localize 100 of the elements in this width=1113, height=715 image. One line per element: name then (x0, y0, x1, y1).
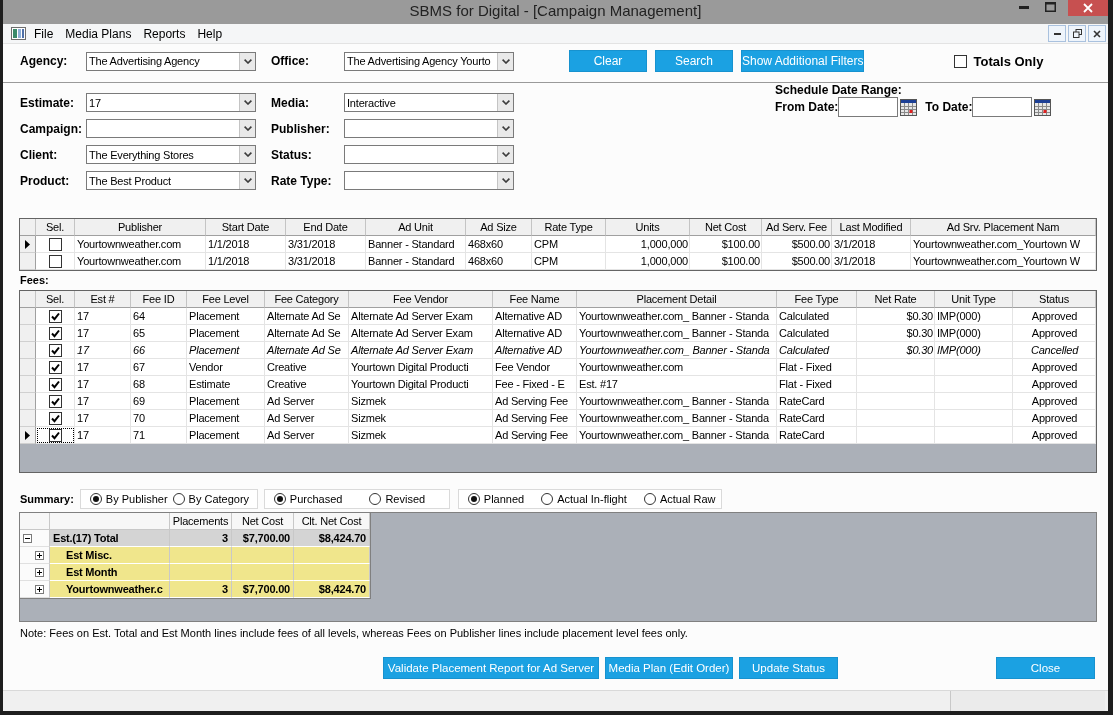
radio-label: By Publisher (105, 493, 168, 505)
checkbox[interactable] (49, 377, 62, 391)
child-restore-button[interactable] (1068, 25, 1086, 42)
dropdown-button[interactable] (497, 146, 513, 163)
column-header[interactable]: Placement Detail (577, 291, 777, 308)
combo-box[interactable]: Interactive (344, 93, 514, 112)
radio-button[interactable] (467, 493, 480, 505)
dropdown-button[interactable] (239, 146, 255, 163)
table-row[interactable]: 17 67 Vendor Creative Yourtown Digital Producti Fee Vendor Yourtownweather.com Flat - Fixed Approved (20, 359, 1096, 376)
column-header[interactable]: Rate Type (532, 219, 606, 236)
column-header[interactable]: Est # (75, 291, 131, 308)
combo-box[interactable]: The Advertising Agency Yourto (344, 51, 514, 71)
table-row[interactable]: 17 70 Placement Ad Server Sizmek Ad Serving Fee Yourtownweather.com_ Banner - Standa RateCard Approved (20, 410, 1096, 427)
combo-box[interactable] (344, 171, 514, 190)
minus-box-icon[interactable] (23, 533, 32, 543)
table-row[interactable]: 17 66 Placement Alternate Ad Se Alternate Ad Server Exam Alternative AD Yourtownweather.com_ Banner - Standa Calculated $0.30 IMP(000) Cancelled (20, 342, 1096, 359)
window-close-button[interactable] (1068, 0, 1108, 16)
column-header[interactable]: Fee ID (131, 291, 187, 308)
combo-box[interactable]: 17 (86, 93, 256, 112)
radio-button[interactable] (643, 493, 656, 505)
column-header[interactable]: Sel. (36, 219, 75, 236)
maximize-icon[interactable] (1045, 2, 1056, 12)
combo-box[interactable] (86, 119, 256, 138)
column-header[interactable]: Net Cost (690, 219, 762, 236)
column-header[interactable]: Net Rate (857, 291, 935, 308)
radio-button[interactable] (369, 493, 382, 505)
combo-box[interactable]: The Best Product (86, 171, 256, 190)
table-row[interactable]: Yourtownweather.com 1/1/2018 3/31/2018 Banner - Standard 468x60 CPM 1,000,000 $100.00 $500.00 3/1/2018 Yourtownweather.com_Yourtown W (20, 253, 1096, 270)
column-header[interactable]: Clt. Net Cost (294, 513, 370, 530)
header-corner-cell[interactable] (20, 291, 36, 308)
table-row[interactable]: 17 65 Placement Alternate Ad Se Alternate Ad Server Exam Alternative AD Yourtownweather.com_ Banner - Standa Calculated $0.30 IMP(000) Approved (20, 325, 1096, 342)
radio-button[interactable] (273, 493, 286, 505)
combo-box[interactable]: The Everything Stores (86, 145, 256, 164)
column-header[interactable]: Sel. (36, 291, 75, 308)
column-header[interactable]: Placements (170, 513, 232, 530)
table-row[interactable]: 17 64 Placement Alternate Ad Se Alternate Ad Server Exam Alternative AD Yourtownweather.com_ Banner - Standa Calculated $0.30 IMP(000) Approved (20, 308, 1096, 325)
column-header[interactable]: Ad Serv. Fee (762, 219, 832, 236)
combo-box[interactable] (344, 145, 514, 164)
column-header[interactable]: Unit Type (935, 291, 1013, 308)
column-header[interactable]: Ad Size (466, 219, 532, 236)
dropdown-button[interactable] (497, 52, 513, 70)
checkbox[interactable] (49, 309, 62, 323)
calendar-icon[interactable] (900, 98, 918, 116)
checkbox[interactable] (49, 428, 62, 442)
dropdown-button[interactable] (497, 120, 513, 137)
row-header[interactable] (20, 236, 36, 253)
checkbox[interactable] (49, 254, 62, 268)
checkbox[interactable] (49, 326, 62, 340)
column-header[interactable]: Net Cost (232, 513, 294, 530)
app-window-icon[interactable] (11, 27, 26, 40)
column-header[interactable]: Publisher (75, 219, 206, 236)
column-header[interactable]: End Date (286, 219, 366, 236)
menu-item[interactable]: Reports (137, 25, 192, 42)
checkbox[interactable] (49, 360, 62, 374)
column-header[interactable]: Start Date (206, 219, 286, 236)
checkbox[interactable] (49, 394, 62, 408)
dropdown-button[interactable] (497, 172, 513, 189)
child-close-button[interactable] (1088, 25, 1106, 42)
radio-button[interactable] (541, 493, 554, 505)
dropdown-button[interactable] (239, 52, 255, 70)
plus-box-icon[interactable] (35, 550, 44, 560)
column-header[interactable]: Last Modified (832, 219, 911, 236)
checkbox[interactable] (49, 237, 62, 251)
menu-item[interactable]: Media Plans (59, 25, 138, 42)
combo-box[interactable]: The Advertising Agency (86, 51, 256, 71)
column-header[interactable]: Units (606, 219, 690, 236)
radio-button[interactable] (89, 493, 102, 505)
dropdown-button[interactable] (497, 94, 513, 111)
calendar-icon[interactable] (1034, 98, 1052, 116)
table-row[interactable]: Yourtownweather.com 1/1/2018 3/31/2018 Banner - Standard 468x60 CPM 1,000,000 $100.00 $500.00 3/1/2018 Yourtownweather.com_Yourtown W (20, 236, 1096, 253)
date-field[interactable] (838, 97, 899, 117)
dropdown-button[interactable] (239, 172, 255, 189)
radio-button[interactable] (172, 493, 185, 505)
combo-box[interactable] (344, 119, 514, 138)
dropdown-button[interactable] (239, 94, 255, 111)
column-header[interactable]: Fee Vendor (349, 291, 493, 308)
column-header[interactable]: Fee Type (777, 291, 857, 308)
row-label: Yourtownweather.c (50, 581, 170, 598)
table-row[interactable]: 17 71 Placement Ad Server Sizmek Ad Serving Fee Yourtownweather.com_ Banner - Standa RateCard Approved (20, 427, 1096, 444)
column-header[interactable]: Ad Unit (366, 219, 466, 236)
column-header[interactable]: Fee Name (493, 291, 577, 308)
checkbox[interactable] (953, 54, 967, 68)
plus-box-icon[interactable] (35, 567, 44, 577)
checkbox[interactable] (49, 411, 62, 425)
date-field[interactable] (972, 97, 1033, 117)
checkbox[interactable] (49, 343, 62, 357)
column-header[interactable]: Ad Srv. Placement Nam (911, 219, 1096, 236)
child-minimize-button[interactable] (1048, 25, 1066, 42)
plus-box-icon[interactable] (35, 584, 44, 594)
header-corner-cell[interactable] (20, 219, 36, 236)
menu-item[interactable]: File (28, 25, 60, 42)
table-cell: Placement (187, 427, 265, 444)
column-header[interactable]: Status (1013, 291, 1096, 308)
column-header[interactable]: Fee Category (265, 291, 349, 308)
dropdown-button[interactable] (239, 120, 255, 137)
table-row[interactable]: 17 68 Estimate Creative Yourtown Digital Producti Fee - Fixed - E Est. #17 Flat - Fixed Approved (20, 376, 1096, 393)
row-header[interactable] (20, 427, 36, 444)
table-row[interactable]: 17 69 Placement Ad Server Sizmek Ad Serving Fee Yourtownweather.com_ Banner - Standa RateCard Approved (20, 393, 1096, 410)
menu-item[interactable]: Help (191, 25, 229, 42)
column-header[interactable]: Fee Level (187, 291, 265, 308)
